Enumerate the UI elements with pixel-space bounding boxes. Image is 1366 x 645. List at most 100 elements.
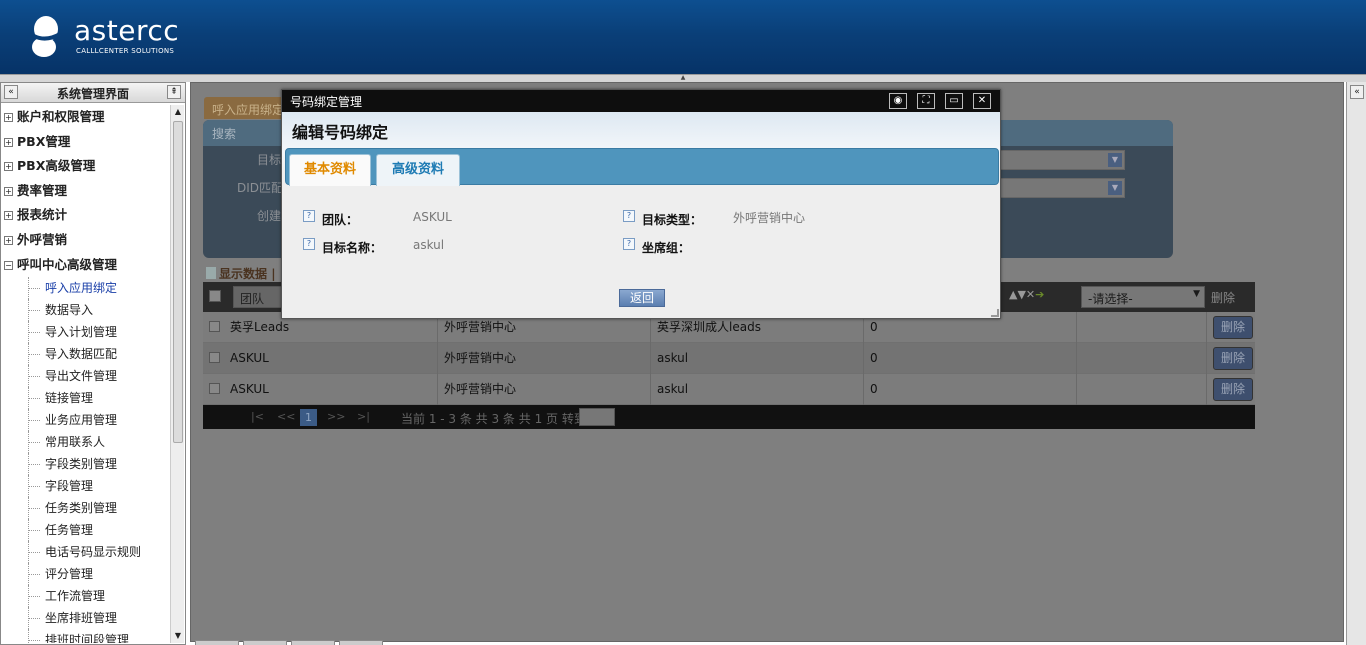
sidebar-item-field-categories[interactable]: 字段类别管理 [1, 453, 169, 476]
sidebar-item-workflow[interactable]: 工作流管理 [1, 585, 169, 608]
sidebar-item-import-match[interactable]: 导入数据匹配 [1, 343, 169, 366]
sidebar-item-phone-display-rules[interactable]: 电话号码显示规则 [1, 541, 169, 564]
brand-name: astercc [74, 14, 180, 47]
scroll-down-icon[interactable]: ▼ [171, 629, 185, 643]
sidebar-item-scoring[interactable]: 评分管理 [1, 563, 169, 586]
tree-node-label: PBX管理 [17, 133, 71, 149]
tree-node-callcenter-advanced[interactable]: − 呼叫中心高级管理 [1, 253, 169, 278]
row-checkbox [209, 321, 220, 332]
sidebar-item-import-plan[interactable]: 导入计划管理 [1, 321, 169, 344]
collapse-header-icon[interactable]: ▲ [676, 75, 690, 81]
sidebar-item-export-files[interactable]: 导出文件管理 [1, 365, 169, 388]
field-value-target-name: askul [413, 238, 445, 252]
bottom-tab[interactable] [243, 640, 287, 645]
cell-target: askul [651, 343, 864, 374]
tree-node-rates[interactable]: + 费率管理 [1, 179, 169, 204]
pin-icon[interactable]: ⇞ [167, 85, 181, 99]
dialog-title: 号码绑定管理 [290, 95, 363, 109]
goto-page-input [579, 408, 615, 426]
sidebar-item-links[interactable]: 链接管理 [1, 387, 169, 410]
field-label-target-type: 目标类型： [642, 213, 703, 227]
tree-node-pbx-advanced[interactable]: + PBX高级管理 [1, 154, 169, 179]
tree-node-pbx[interactable]: + PBX管理 [1, 130, 169, 155]
tree-node-label: 呼叫中心高级管理 [17, 256, 118, 272]
back-button[interactable]: 返回 [619, 289, 665, 307]
expand-icon[interactable]: + [4, 162, 13, 172]
sidebar-item-tasks[interactable]: 任务管理 [1, 519, 169, 542]
show-data-link: 显示数据 | [206, 265, 276, 282]
cell-team: ASKUL [224, 343, 438, 374]
nav-tree: + 账户和权限管理 + PBX管理 + PBX高级管理 + 费率管理 + 报表统计 + 外呼… [1, 105, 169, 643]
field-label-team: 团队： [322, 213, 359, 227]
minimize-icon[interactable]: ▭ [945, 93, 963, 109]
row-checkbox [209, 352, 220, 363]
search-select-target: ▼ [999, 150, 1125, 170]
tree-node-label: 账户和权限管理 [17, 109, 105, 124]
help-icon[interactable]: ? [623, 238, 635, 250]
delete-button: 删除 [1213, 316, 1253, 339]
last-page-button: >| [357, 410, 370, 423]
sidebar-item-contacts[interactable]: 常用联系人 [1, 431, 169, 454]
delete-button: 删除 [1213, 378, 1253, 401]
tree-node-label: 费率管理 [17, 182, 68, 198]
dialog-body: 编辑号码绑定 基本资料 高级资料 ? 团队： ASKUL ? 目标名称： ask… [282, 112, 1000, 318]
sidebar-item-task-categories[interactable]: 任务类别管理 [1, 497, 169, 520]
restore-icon[interactable]: ◉ [889, 93, 907, 109]
sidebar-item-shift-periods[interactable]: 排班时间段管理 [1, 629, 169, 643]
expand-icon[interactable]: + [4, 113, 13, 122]
table-row: ASKUL 外呼营销中心 askul 0 删除 [203, 374, 1255, 405]
expand-icon[interactable]: + [4, 137, 13, 147]
sidebar-item-agent-schedule[interactable]: 坐席排班管理 [1, 607, 169, 630]
help-icon[interactable]: ? [303, 238, 315, 250]
field-label-agent-group: 坐席组： [642, 241, 691, 255]
row-checkbox [209, 383, 220, 394]
sidebar-header: « 系统管理界面 ⇞ [1, 83, 185, 103]
filter-select: -请选择- ▼ [1081, 286, 1205, 308]
expand-icon[interactable]: + [4, 186, 13, 196]
scrollbar-thumb[interactable] [173, 121, 183, 443]
sidebar-item-inbound-binding[interactable]: 呼入应用绑定 [1, 277, 169, 300]
help-icon[interactable]: ? [303, 210, 315, 222]
bottom-tab-strip [195, 640, 395, 645]
sort-controls: ▲▼✕➔ [1009, 288, 1045, 301]
current-page: 1 [300, 409, 317, 426]
scroll-up-icon[interactable]: ▲ [171, 105, 185, 119]
resize-handle[interactable] [991, 309, 999, 317]
sidebar-item-fields[interactable]: 字段管理 [1, 475, 169, 498]
tab-basic-info[interactable]: 基本资料 [289, 154, 371, 186]
dialog-heading: 编辑号码绑定 [292, 123, 389, 142]
expand-right-panel-icon[interactable]: « [1350, 85, 1364, 99]
cell-team: ASKUL [224, 374, 438, 405]
cell-empty [1077, 343, 1207, 374]
pagination-bar: |< << 1 >> >| 当前 1 - 3 条 共 3 条 共 1 页 转到 [203, 405, 1255, 429]
bottom-tab[interactable] [291, 640, 335, 645]
delete-button: 删除 [1213, 347, 1253, 370]
help-icon[interactable]: ? [623, 210, 635, 222]
tree-node-label: 报表统计 [17, 207, 68, 223]
expand-icon[interactable]: + [4, 235, 13, 245]
tree-node-reports[interactable]: + 报表统计 [1, 203, 169, 228]
maximize-icon[interactable]: ⛶ [917, 93, 935, 109]
table-row: ASKUL 外呼营销中心 askul 0 删除 [203, 343, 1255, 374]
tree-node-outbound[interactable]: + 外呼营销 [1, 228, 169, 253]
close-icon[interactable]: ✕ [973, 93, 991, 109]
bottom-tab[interactable] [339, 640, 383, 645]
sidebar-scrollbar[interactable]: ▲ ▼ [170, 105, 184, 643]
sidebar-item-business-apps[interactable]: 业务应用管理 [1, 409, 169, 432]
first-page-button: |< [251, 410, 264, 423]
tree-node-accounts[interactable]: + 账户和权限管理 [1, 105, 169, 130]
search-label-target: 目标 [257, 153, 282, 167]
collapse-icon[interactable]: − [4, 260, 13, 270]
tree-node-label: PBX高级管理 [17, 158, 96, 174]
dialog-titlebar[interactable]: 号码绑定管理 ◉ ⛶ ▭ ✕ [282, 90, 1000, 112]
delete-column-header: 删除 [1211, 291, 1236, 305]
chevron-down-icon: ▼ [1108, 181, 1122, 195]
sidebar-item-data-import[interactable]: 数据导入 [1, 299, 169, 322]
tab-advanced-info[interactable]: 高级资料 [376, 154, 460, 186]
search-label-created: 创建 [257, 209, 282, 223]
logo-mark-icon [32, 16, 61, 57]
field-value-team: ASKUL [413, 210, 452, 224]
cell-type: 外呼营销中心 [438, 374, 651, 405]
bottom-tab[interactable] [195, 640, 239, 645]
expand-icon[interactable]: + [4, 211, 13, 221]
